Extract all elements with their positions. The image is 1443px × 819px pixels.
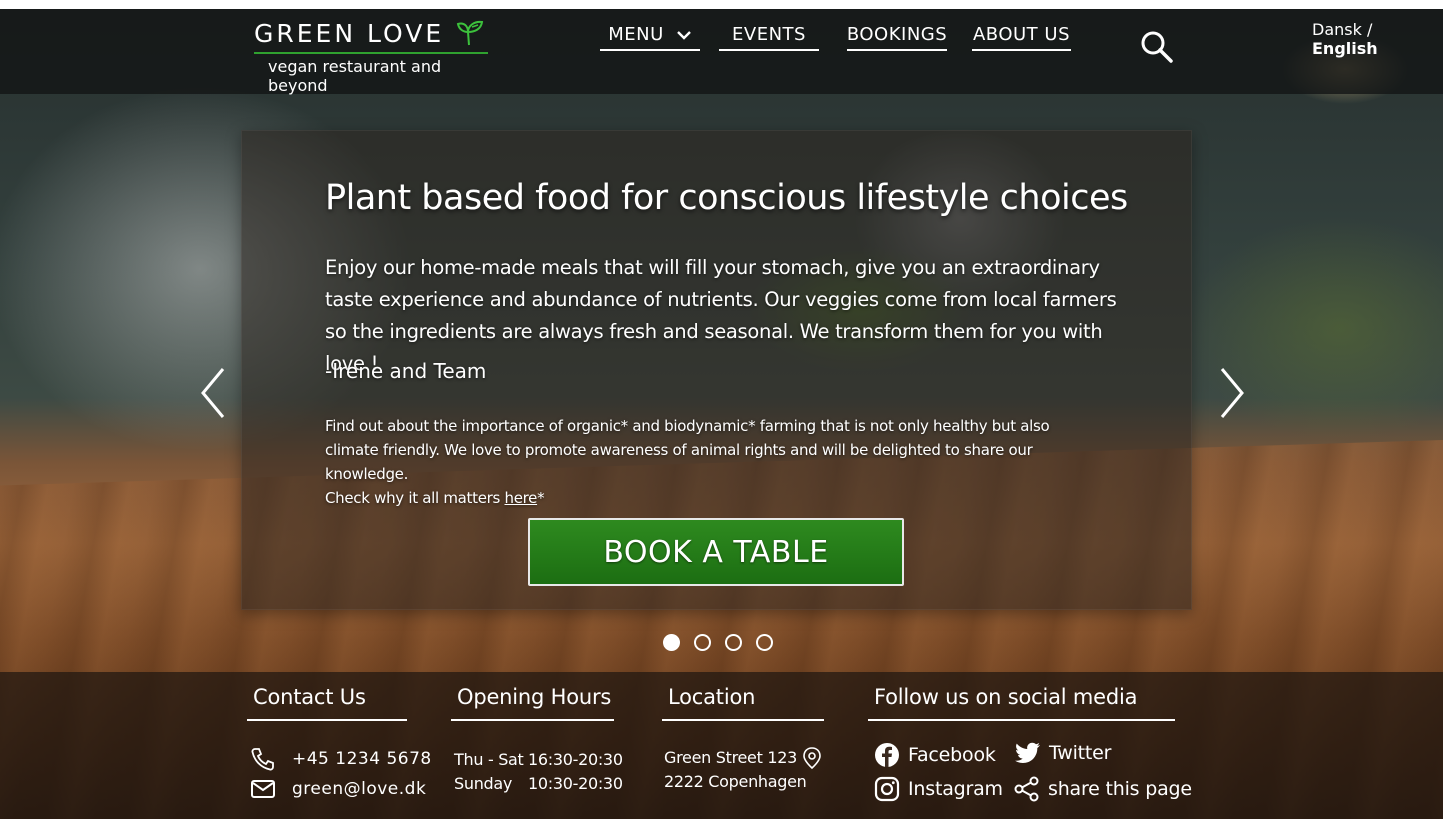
nav-menu-label: MENU [608, 24, 664, 45]
social-twitter[interactable]: Twitter [1015, 742, 1111, 764]
mail-icon [250, 778, 276, 800]
here-link[interactable]: here [505, 489, 538, 507]
hero-info-text: Find out about the importance of organic… [325, 414, 1105, 510]
social-share[interactable]: share this page [1014, 776, 1192, 802]
footer-location: Location [662, 685, 824, 721]
social-heading: Follow us on social media [868, 685, 1175, 721]
main-nav: MENU EVENTS BOOKINGS ABOUT US [600, 24, 1071, 51]
nav-about-us[interactable]: ABOUT US [972, 24, 1071, 51]
location-address[interactable]: Green Street 123 2222 Copenhagen [664, 746, 823, 794]
twitter-icon [1015, 742, 1041, 764]
footer-contact: Contact Us [247, 685, 407, 721]
facebook-icon [874, 742, 900, 768]
language-switcher: Dansk / English [1312, 20, 1443, 58]
hero-info-paragraph: Find out about the importance of organic… [325, 417, 1050, 483]
hero-title: Plant based food for conscious lifestyle… [325, 178, 1128, 218]
footer-hours: Opening Hours [451, 685, 614, 721]
lang-dansk[interactable]: Dansk / [1312, 20, 1372, 39]
slide-dot-4[interactable] [756, 634, 773, 651]
opening-hours-list: Thu - Sat 16:30-20:30 Sunday 10:30-20:30 [454, 748, 623, 796]
phone-icon [250, 746, 276, 772]
address-street: Green Street 123 [664, 748, 797, 767]
hours-day-2: Sunday [454, 774, 513, 793]
hours-time-2: 10:30-20:30 [528, 774, 623, 793]
hours-day-1: Thu - Sat [454, 750, 524, 769]
location-heading: Location [662, 685, 824, 721]
chevron-down-icon [676, 30, 692, 40]
hero-check-text: Check why it all matters [325, 489, 505, 507]
instagram-icon [874, 776, 900, 802]
share-label: share this page [1048, 778, 1192, 800]
contact-phone[interactable]: +45 1234 5678 [250, 746, 432, 772]
lang-english[interactable]: English [1312, 39, 1378, 58]
logo-subtitle: vegan restaurant and beyond [268, 57, 442, 95]
logo-title: GREEN LOVE [254, 18, 445, 48]
search-icon[interactable] [1140, 30, 1174, 64]
phone-number: +45 1234 5678 [292, 749, 432, 769]
hours-heading: Opening Hours [451, 685, 614, 721]
slide-dot-1[interactable] [663, 634, 680, 651]
book-table-button[interactable]: BOOK A TABLE [528, 518, 904, 586]
email-address: green@love.dk [292, 779, 427, 799]
slide-indicators [663, 634, 773, 651]
contact-heading: Contact Us [247, 685, 407, 721]
hours-time-1: 16:30-20:30 [528, 750, 623, 769]
slide-dot-3[interactable] [725, 634, 742, 651]
chevron-right-icon[interactable] [1217, 366, 1247, 420]
here-asterisk: * [537, 489, 545, 507]
instagram-label: Instagram [908, 778, 1003, 800]
address-city: 2222 Copenhagen [664, 772, 807, 791]
slide-dot-2[interactable] [694, 634, 711, 651]
social-facebook[interactable]: Facebook [874, 742, 996, 768]
share-icon [1014, 776, 1040, 802]
contact-email[interactable]: green@love.dk [250, 778, 426, 800]
facebook-label: Facebook [908, 744, 996, 766]
nav-events[interactable]: EVENTS [719, 24, 819, 51]
logo-underline [254, 52, 488, 54]
twitter-label: Twitter [1049, 742, 1112, 764]
location-pin-icon [801, 746, 823, 770]
hero-signature: -Irene and Team [325, 359, 487, 383]
nav-menu[interactable]: MENU [600, 24, 700, 51]
nav-bookings[interactable]: BOOKINGS [847, 24, 947, 51]
chevron-left-icon[interactable] [198, 366, 228, 420]
footer-social: Follow us on social media [868, 685, 1175, 721]
logo[interactable]: GREEN LOVE vegan restaurant and beyond [254, 18, 488, 95]
leaf-logo-icon [454, 18, 486, 48]
site-header [0, 9, 1443, 94]
social-instagram[interactable]: Instagram [874, 776, 1003, 802]
